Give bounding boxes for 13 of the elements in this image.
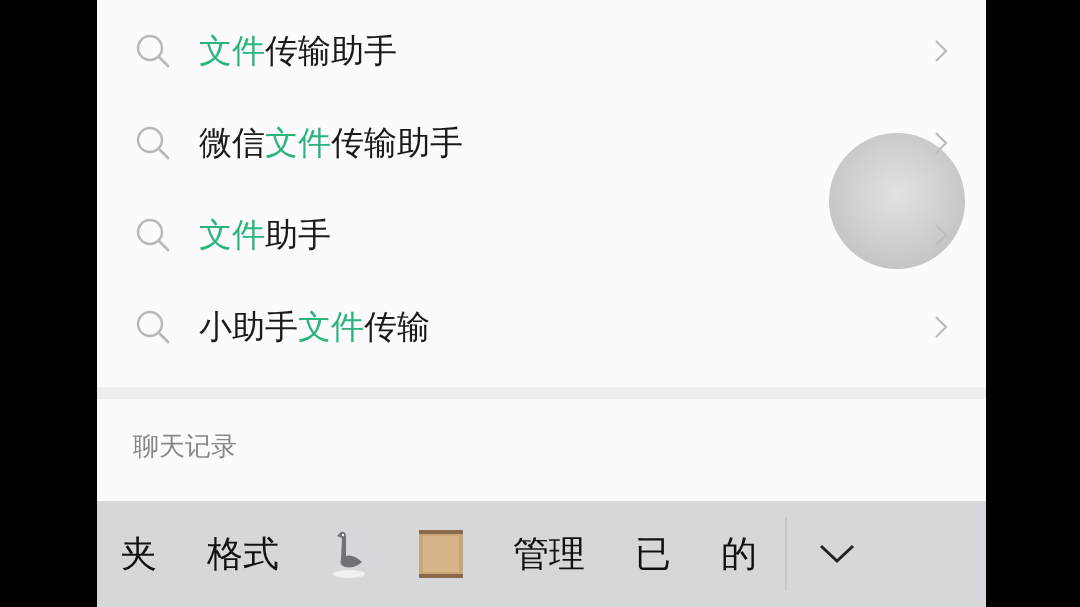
candidate-word[interactable]: 的 [720, 529, 757, 579]
section-title: 聊天记录 [132, 430, 237, 463]
suggestion-item[interactable]: 文件传输助手 [96, 5, 986, 97]
suggestion-text: 微信文件传输助手 [198, 121, 464, 164]
candidate-word[interactable]: 管理 [512, 529, 585, 579]
suggestion-item[interactable]: 小助手文件传输 [96, 281, 986, 373]
candidate-word[interactable]: 格式 [206, 529, 279, 579]
suggestion-text: 文件助手 [198, 213, 332, 256]
suggestion-text: 文件传输助手 [198, 29, 398, 72]
suggestion-item[interactable]: 微信文件传输助手 [96, 97, 986, 189]
suggestion-text: 小助手文件传输 [198, 305, 431, 348]
candidate-word[interactable]: 已 [634, 529, 671, 579]
candidate-word[interactable]: 夹 [120, 529, 157, 579]
